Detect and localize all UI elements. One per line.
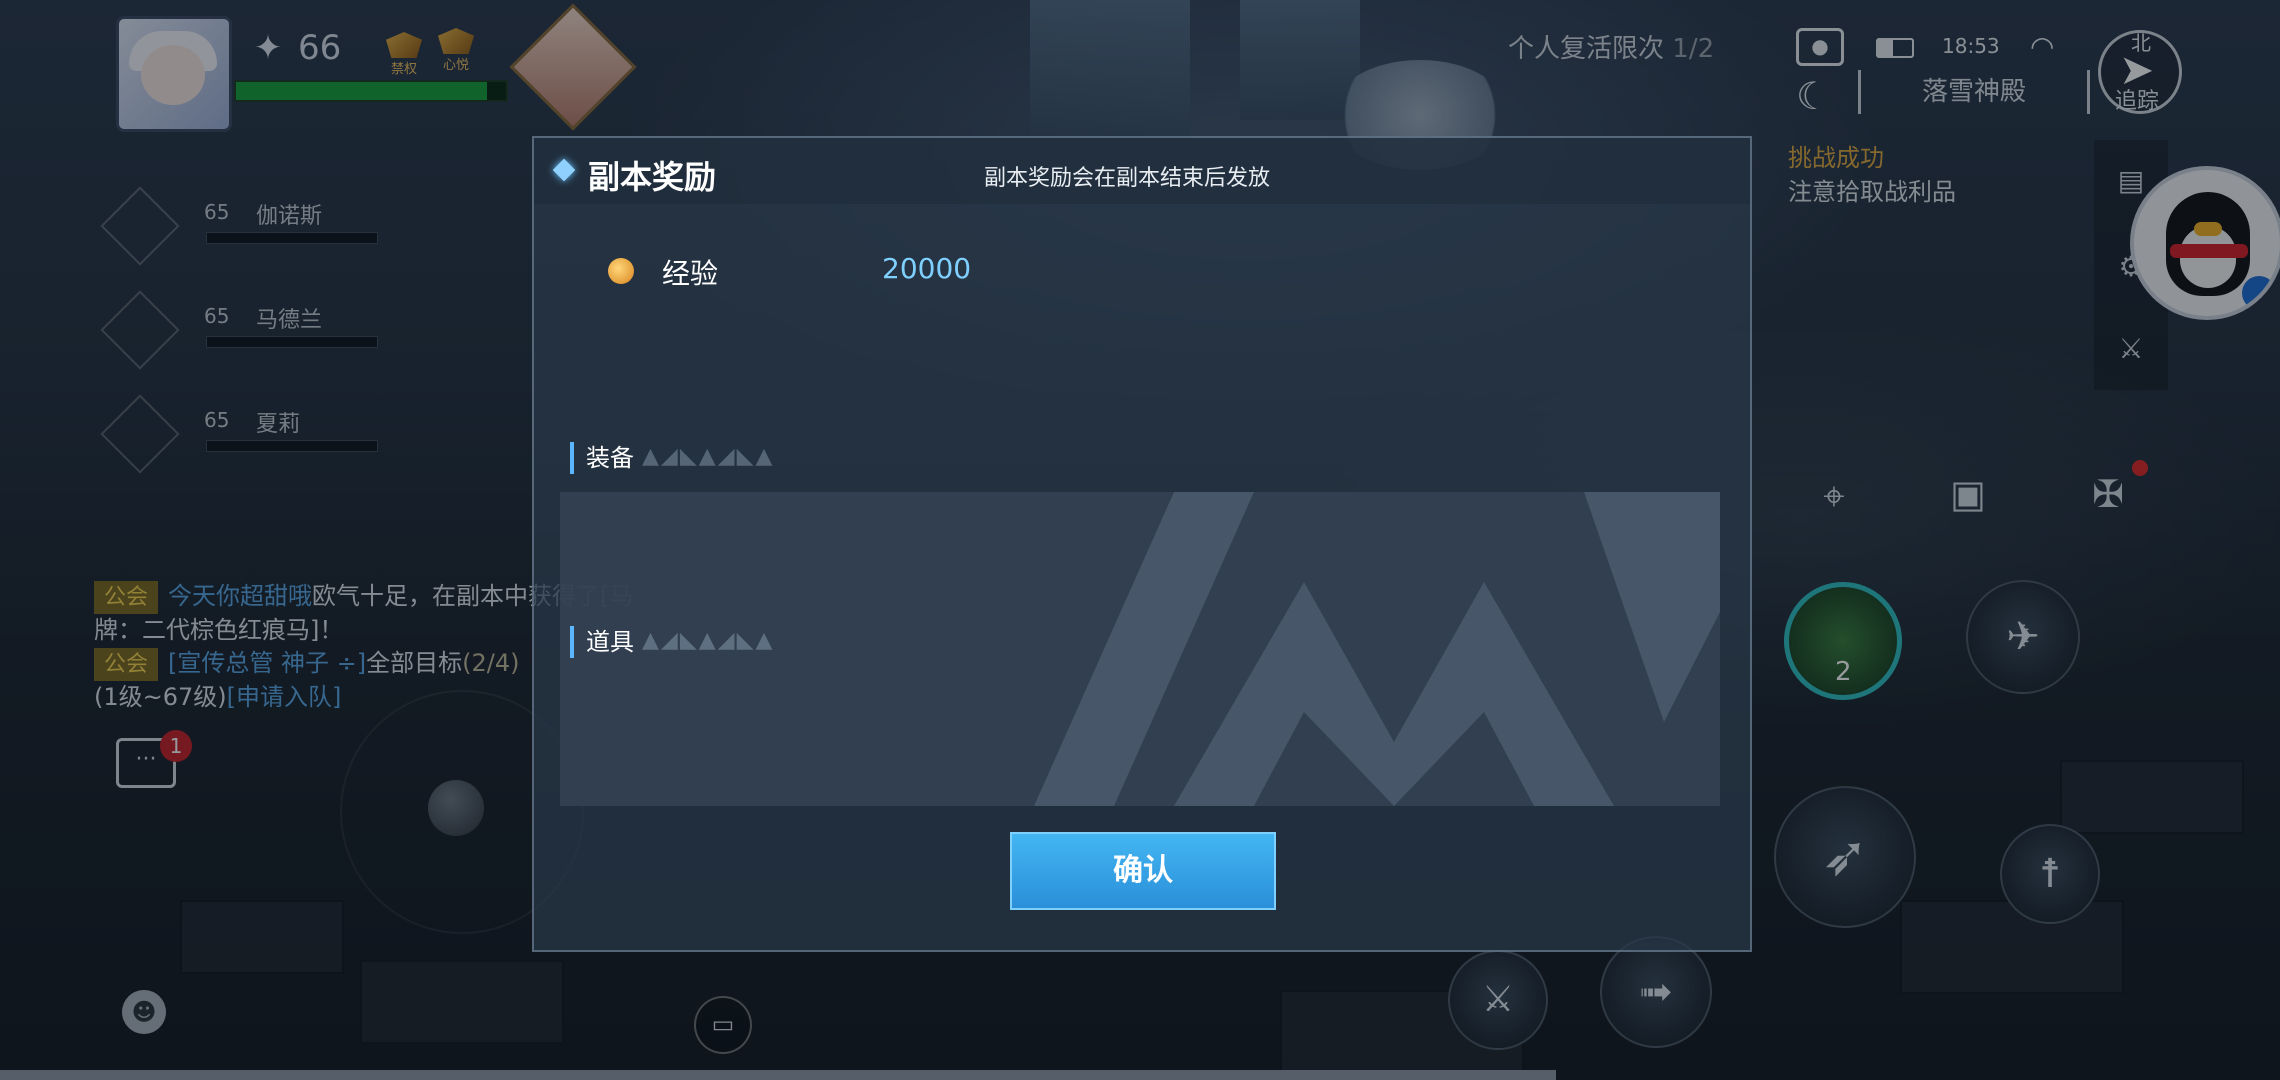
- exp-label: 经验: [662, 257, 719, 290]
- exp-value: 20000: [882, 252, 972, 285]
- exp-icon: [608, 258, 634, 284]
- title-star-icon: [552, 158, 576, 182]
- dialog-title: 副本奖励: [588, 158, 717, 196]
- confirm-button[interactable]: 确认: [1010, 832, 1276, 910]
- section-decoration: ▲◢◣▲◢◣▲: [642, 628, 775, 653]
- watermark-logo: [1034, 492, 1720, 806]
- dungeon-reward-dialog: 副本奖励 副本奖励会在副本结束后发放 经验 20000 装备 ▲◢◣▲◢◣▲ 道…: [532, 136, 1752, 952]
- section-decoration: ▲◢◣▲◢◣▲: [642, 444, 775, 469]
- dialog-notice: 副本奖励会在副本结束后发放: [984, 166, 1271, 191]
- equipment-section-title: 装备: [570, 442, 634, 474]
- dialog-header: 副本奖励 副本奖励会在副本结束后发放: [534, 138, 1750, 204]
- items-section-title: 道具: [570, 626, 634, 658]
